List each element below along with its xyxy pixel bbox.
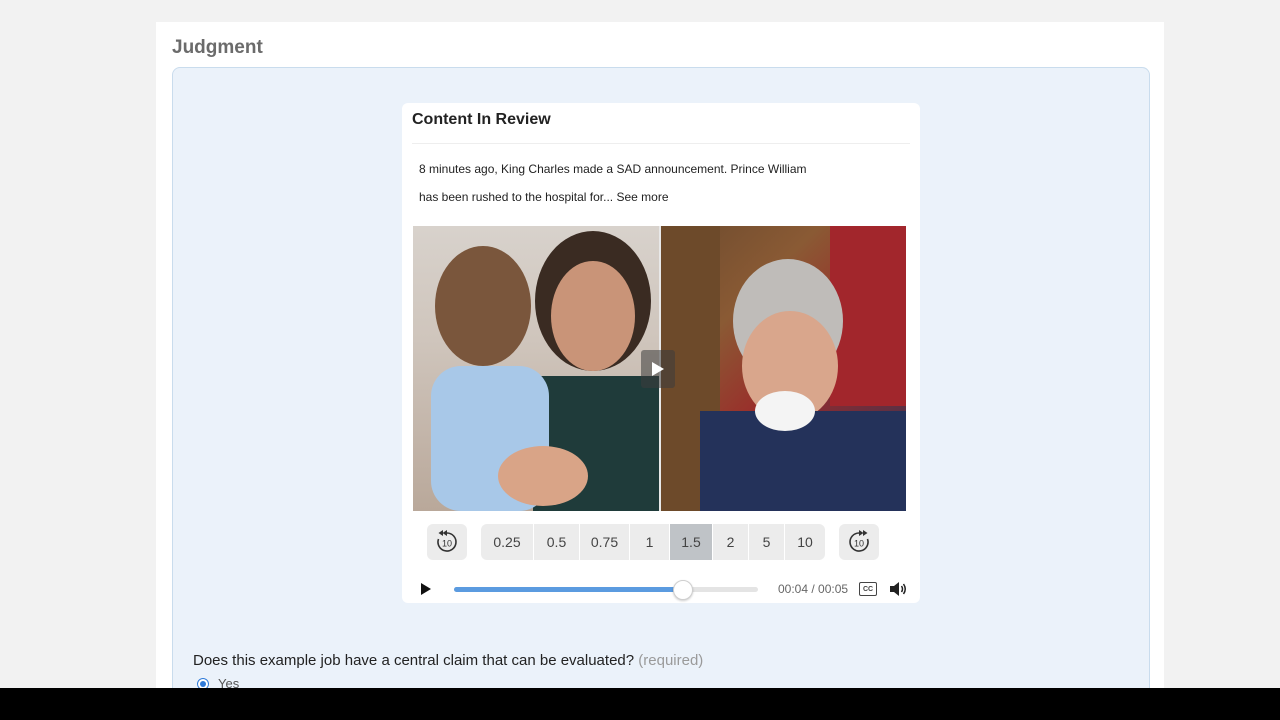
speed-button-2[interactable]: 2: [713, 524, 749, 560]
video-frame[interactable]: [413, 226, 906, 511]
video-image-right: [660, 226, 906, 511]
option-yes-label: Yes: [218, 676, 240, 688]
review-title: Content In Review: [412, 111, 551, 128]
speed-button-0-75[interactable]: 0.75: [580, 524, 630, 560]
replay-10-icon[interactable]: 10: [427, 524, 467, 560]
skip-back-label: 10: [442, 539, 452, 549]
page: Judgment Content In Review 8 minutes ago…: [0, 0, 1280, 720]
play-icon[interactable]: [416, 579, 436, 599]
forward-10-icon[interactable]: 10: [839, 524, 879, 560]
question-label: Does this example job have a central cla…: [193, 652, 703, 669]
speed-button-0-25[interactable]: 0.25: [481, 524, 534, 560]
post-text-line-2-text: has been rushed to the hospital for...: [419, 190, 614, 204]
speed-button-group: 0.25 0.5 0.75 1 1.5 2 5 10: [481, 524, 825, 560]
see-more-link[interactable]: See more: [616, 190, 668, 204]
judgment-panel: Content In Review 8 minutes ago, King Ch…: [172, 67, 1150, 688]
speed-button-1-5[interactable]: 1.5: [670, 524, 713, 560]
speed-button-1[interactable]: 1: [630, 524, 670, 560]
playback-speed-row: 10 0.25 0.5 0.75 1 1.5 2 5 10 10: [427, 524, 897, 560]
speed-button-5[interactable]: 5: [749, 524, 785, 560]
content-review-card: Content In Review 8 minutes ago, King Ch…: [402, 103, 920, 603]
progress-slider[interactable]: [454, 580, 758, 600]
video-image-left: [413, 226, 660, 511]
skip-forward-label: 10: [854, 539, 864, 549]
speed-button-10[interactable]: 10: [785, 524, 825, 560]
post-text-line-1: 8 minutes ago, King Charles made a SAD a…: [419, 162, 807, 176]
volume-icon[interactable]: [888, 579, 908, 599]
question-text: Does this example job have a central cla…: [193, 652, 635, 669]
progress-thumb[interactable]: [673, 580, 693, 600]
speed-button-0-5[interactable]: 0.5: [534, 524, 580, 560]
judgment-card: Judgment Content In Review 8 minutes ago…: [156, 22, 1164, 688]
time-readout: 00:04 / 00:05: [778, 582, 849, 596]
closed-captions-icon[interactable]: CC: [859, 582, 877, 596]
section-title: Judgment: [172, 37, 263, 58]
radio-yes[interactable]: [197, 677, 209, 688]
post-text-line-2: has been rushed to the hospital for... S…: [419, 190, 669, 204]
player-controls: 00:04 / 00:05 CC: [412, 577, 912, 601]
cc-label: CC: [862, 585, 874, 593]
progress-fill: [454, 587, 682, 592]
divider: [412, 143, 910, 144]
answer-option-yes[interactable]: Yes: [197, 676, 239, 688]
video-play-icon[interactable]: [641, 350, 675, 388]
bottom-black-bar: [0, 688, 1280, 720]
required-label: (required): [638, 652, 704, 669]
